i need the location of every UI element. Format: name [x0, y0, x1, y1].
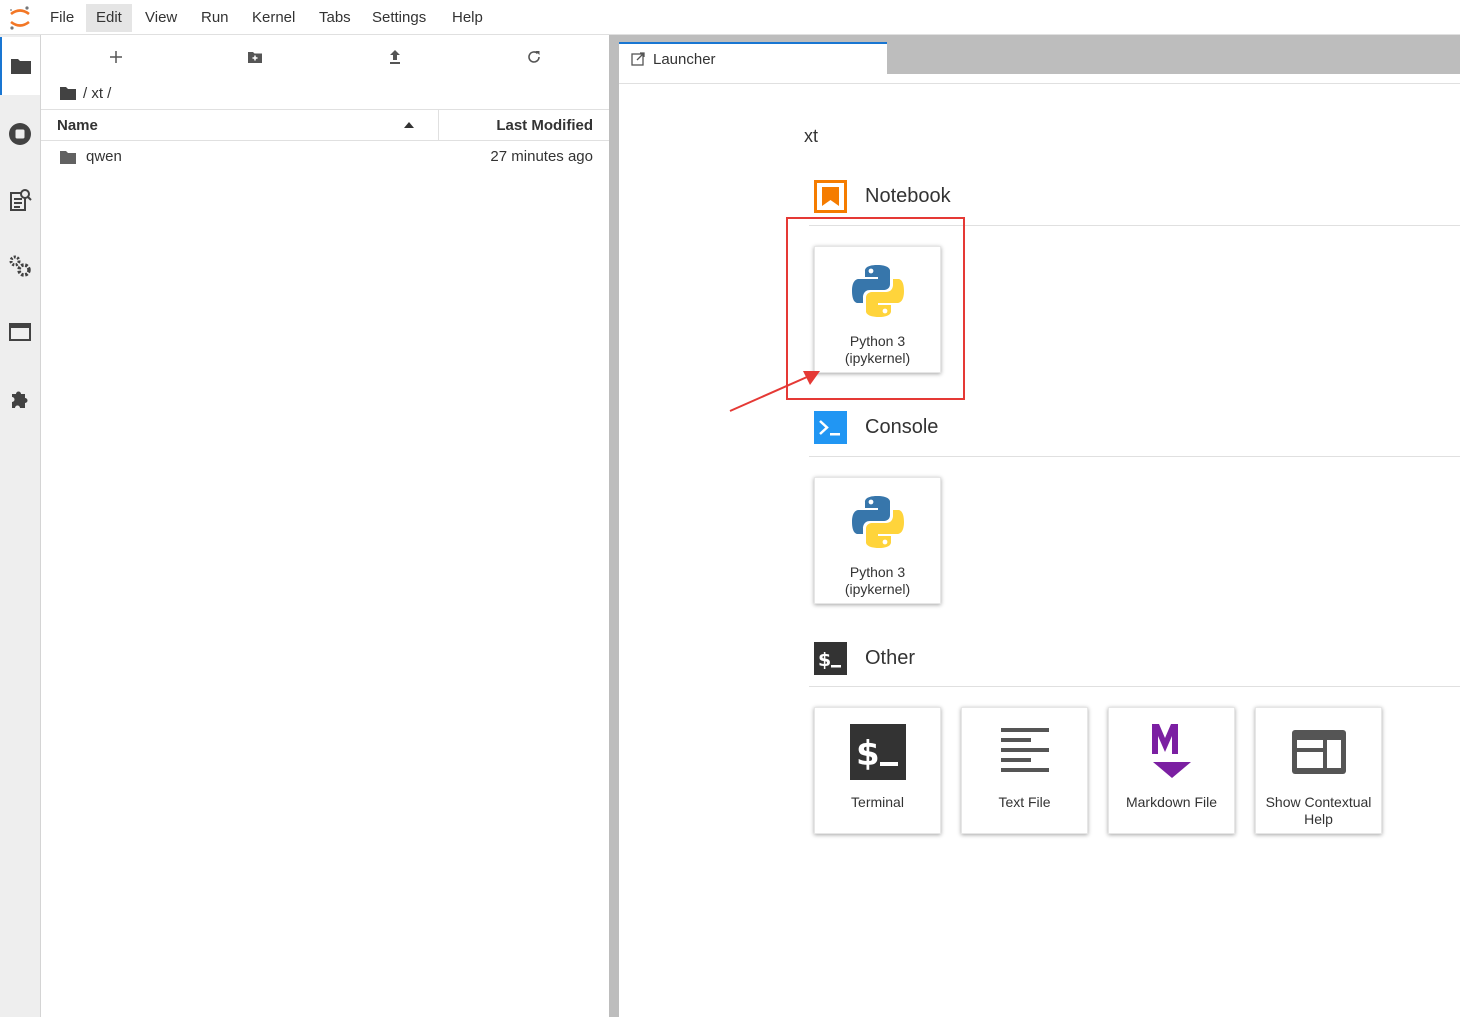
notebook-icon: [814, 179, 847, 213]
left-activity-bar: [0, 35, 41, 1017]
card-label: Terminal: [851, 794, 904, 810]
tabs-panel-tab[interactable]: [0, 303, 40, 361]
card-label: Markdown File: [1125, 794, 1218, 810]
stop-circle-icon: [9, 123, 31, 145]
refresh-button[interactable]: [519, 45, 549, 69]
menu-view[interactable]: View: [135, 4, 187, 32]
launcher-cwd: xt: [804, 126, 819, 146]
markdown-file-card[interactable]: Markdown File: [1108, 707, 1235, 834]
running-sessions-tab[interactable]: [0, 105, 40, 163]
column-header-last-modified[interactable]: Last Modified: [496, 117, 593, 134]
launch-icon: [631, 52, 645, 66]
section-divider: [809, 686, 1460, 687]
sort-ascending-icon[interactable]: [403, 121, 415, 129]
tabs-icon: [9, 323, 31, 341]
extension-manager-tab[interactable]: [0, 369, 40, 427]
text-file-card[interactable]: Text File: [961, 707, 1088, 834]
column-header-name[interactable]: Name: [57, 117, 98, 134]
tab-label: Launcher: [653, 50, 716, 68]
section-other-header: $ Other: [814, 641, 915, 675]
markdown-icon: [1152, 724, 1191, 778]
file-name: qwen: [86, 148, 122, 165]
menu-settings[interactable]: Settings: [362, 4, 436, 32]
folder-icon: [11, 59, 31, 74]
breadcrumb-path[interactable]: / xt /: [83, 85, 111, 102]
new-launcher-button[interactable]: [101, 45, 131, 69]
new-folder-icon: [248, 52, 262, 63]
menu-kernel[interactable]: Kernel: [242, 4, 305, 32]
terminal-icon: $: [850, 724, 906, 780]
console-icon: [814, 410, 847, 444]
card-label: Text File: [998, 794, 1051, 810]
section-notebook-title: Notebook: [865, 184, 951, 207]
section-notebook-header: Notebook: [814, 179, 951, 213]
file-browser-panel: / xt / Name Last Modified qwen 27 minute…: [41, 35, 609, 1017]
text-file-icon: [1001, 728, 1049, 772]
launcher-panel: xt Notebook Python 3 (ipykernel) Console: [619, 84, 1460, 1017]
python-logo-icon: [852, 496, 904, 548]
file-list-header: Name Last Modified: [41, 109, 609, 141]
terminal-card[interactable]: $ Terminal: [814, 707, 941, 834]
new-folder-button[interactable]: [240, 45, 270, 69]
menu-help[interactable]: Help: [442, 4, 493, 32]
section-console-header: Console: [814, 410, 938, 444]
column-divider[interactable]: [438, 110, 439, 140]
card-label: Python 3 (ipykernel): [844, 564, 911, 597]
panel-splitter[interactable]: [609, 35, 619, 1017]
upload-icon: [390, 50, 400, 64]
tab-launcher[interactable]: Launcher: [619, 42, 887, 74]
breadcrumb: / xt /: [59, 83, 111, 103]
console-python3-card[interactable]: Python 3 (ipykernel): [814, 477, 941, 604]
section-console-title: Console: [865, 415, 939, 438]
menu-tabs[interactable]: Tabs: [309, 4, 361, 32]
property-inspector-icon: [10, 189, 32, 211]
section-other-title: Other: [865, 646, 916, 669]
contextual-help-card[interactable]: Show Contextual Help: [1255, 707, 1382, 834]
home-folder-icon[interactable]: [59, 85, 77, 101]
svg-text:$: $: [818, 649, 831, 671]
menu-run[interactable]: Run: [191, 4, 239, 32]
extension-settings-icon: [9, 255, 31, 277]
svg-text:$: $: [856, 734, 880, 774]
puzzle-icon: [12, 391, 28, 408]
contextual-help-icon: [1292, 730, 1346, 774]
main-tab-bar: Launcher: [619, 35, 1460, 74]
upload-button[interactable]: [380, 45, 410, 69]
jupyter-logo-icon: [10, 6, 30, 30]
refresh-icon: [528, 51, 540, 63]
property-inspector-tab[interactable]: [0, 171, 40, 229]
annotation-arrow-icon: [729, 371, 820, 412]
menu-edit[interactable]: Edit: [86, 4, 132, 32]
card-label: Show Contextual Help: [1265, 794, 1372, 827]
terminal-icon: $: [814, 641, 847, 675]
file-browser-tab[interactable]: [0, 37, 40, 95]
folder-icon: [60, 151, 76, 164]
file-list-row[interactable]: qwen 27 minutes ago: [41, 143, 609, 173]
section-divider: [809, 456, 1460, 457]
plus-icon: [110, 51, 122, 63]
extension-settings-tab[interactable]: [0, 237, 40, 295]
menu-bar: File Edit View Run Kernel Tabs Settings …: [0, 0, 1460, 35]
file-last-modified: 27 minutes ago: [490, 148, 593, 165]
menu-file[interactable]: File: [40, 4, 84, 32]
